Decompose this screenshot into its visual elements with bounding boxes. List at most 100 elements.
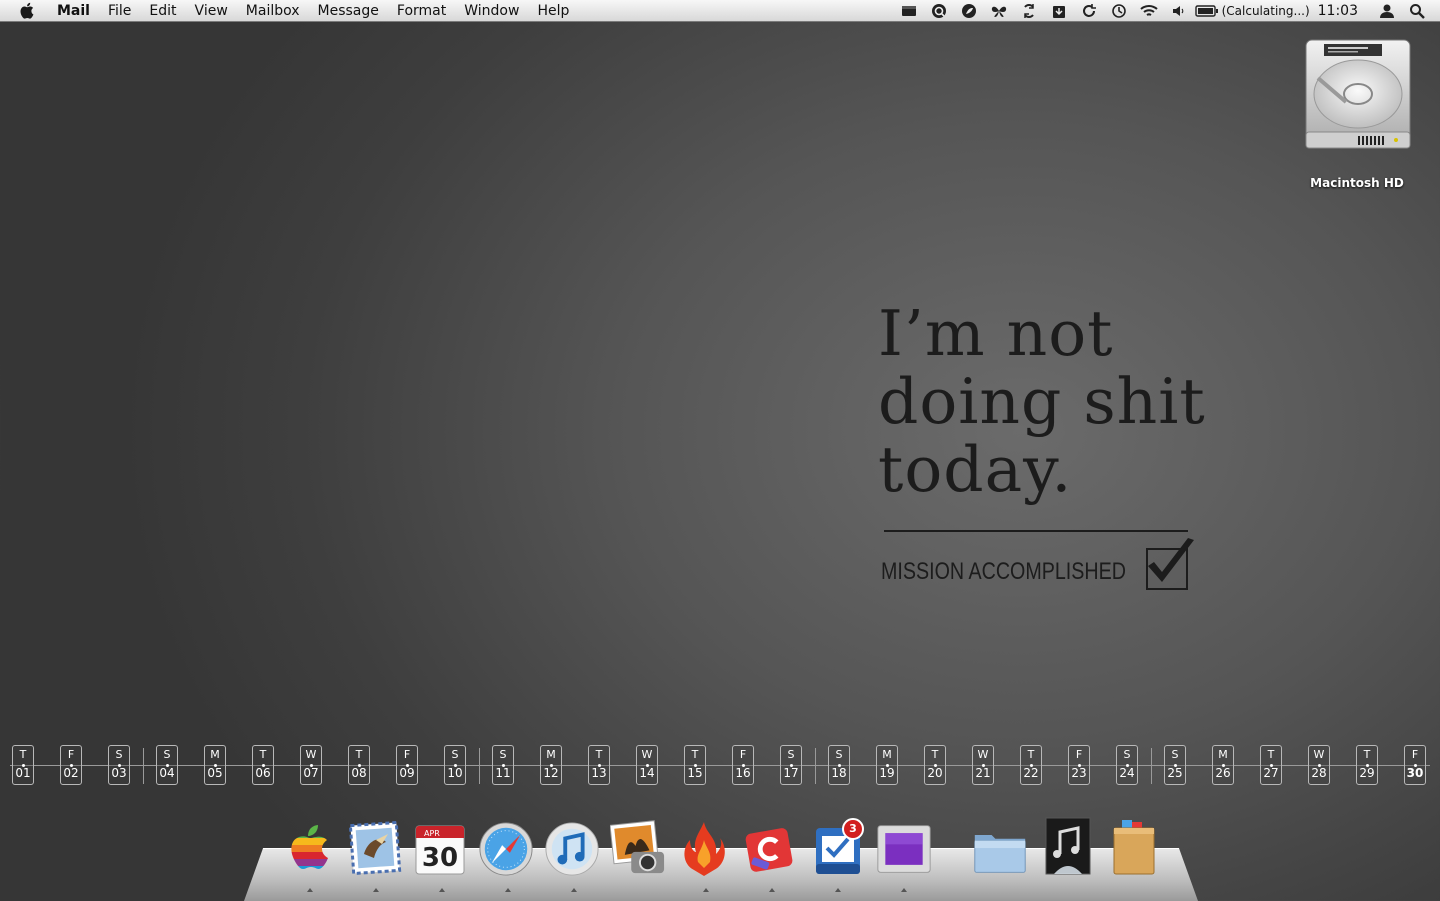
dock-item-mail[interactable]	[346, 816, 402, 878]
calendar-dot	[1414, 764, 1417, 767]
menu-mailbox[interactable]: Mailbox	[237, 0, 309, 22]
fire-app-icon	[684, 822, 725, 876]
dock-item-c-app[interactable]	[742, 816, 798, 878]
menubar-battery-icon[interactable]	[1194, 0, 1220, 22]
calendar-day: W 28	[1308, 745, 1330, 785]
music-folder-icon	[1045, 817, 1091, 875]
menu-app-name[interactable]: Mail	[48, 0, 99, 22]
menu-edit[interactable]: Edit	[140, 0, 185, 22]
dock-item-itunes[interactable]	[544, 816, 600, 878]
menubar-box-icon[interactable]	[894, 0, 924, 22]
calendar-day: S 18	[828, 745, 850, 785]
mail-icon	[348, 820, 402, 876]
spotlight-search-icon[interactable]	[1402, 0, 1432, 22]
calendar-day: F 09	[396, 745, 418, 785]
dock-item-applications-folder[interactable]	[972, 816, 1028, 878]
applications-folder-icon	[974, 835, 1026, 873]
calendar-weekday: T	[595, 748, 603, 761]
calendar-dot	[502, 764, 505, 767]
safari-icon	[479, 822, 533, 876]
dock-item-fire-app[interactable]	[676, 816, 732, 878]
dock-item-music-folder[interactable]	[1040, 816, 1096, 878]
menubar-volume-icon[interactable]	[1164, 0, 1194, 22]
week-separator	[815, 748, 816, 784]
calendar-dot	[550, 764, 553, 767]
calendar-dot	[646, 764, 649, 767]
calendar-weekday: F	[67, 748, 75, 761]
calendar-dot	[1270, 764, 1273, 767]
calendar-day: S 04	[156, 745, 178, 785]
ical-icon: APR 30	[415, 825, 465, 875]
calendar-day: M 12	[540, 745, 562, 785]
menubar-download-icon[interactable]	[1044, 0, 1074, 22]
dock-item-iphoto[interactable]	[610, 816, 666, 878]
calendar-day: T 13	[588, 745, 610, 785]
iphoto-icon	[610, 820, 665, 874]
ical-month: APR	[424, 829, 440, 838]
calendar-day: F 16	[732, 745, 754, 785]
dock-item-purple-app[interactable]	[876, 816, 932, 878]
calendar-day: F 02	[60, 745, 82, 785]
calendar-dot	[790, 764, 793, 767]
battery-status-text[interactable]: (Calculating...)	[1222, 4, 1310, 18]
calendar-weekday: M	[1218, 748, 1228, 761]
menubar-user-icon[interactable]	[1372, 0, 1402, 22]
calendar-weekday: S	[451, 748, 459, 761]
documents-stack-icon	[1113, 820, 1155, 875]
calendar-weekday: F	[403, 748, 411, 761]
dock-item-things[interactable]: 3	[810, 816, 866, 878]
calendar-day: M 19	[876, 745, 898, 785]
menubar-sync-arrows-icon[interactable]	[1014, 0, 1044, 22]
calendar-day: T 20	[924, 745, 946, 785]
menu-help[interactable]: Help	[528, 0, 578, 22]
calendar-weekday: T	[1027, 748, 1035, 761]
calendar-day: M 05	[204, 745, 226, 785]
dock-item-safari[interactable]	[478, 816, 534, 878]
calendar-weekday: W	[305, 748, 317, 761]
calendar-day: W 07	[300, 745, 322, 785]
calendar-day: S 10	[444, 745, 466, 785]
calendar-weekday: M	[546, 748, 556, 761]
calendar-dot	[166, 764, 169, 767]
apple-menu-icon[interactable]	[16, 1, 36, 21]
menubar-wifi-icon[interactable]	[1134, 0, 1164, 22]
menu-bar: Mail File Edit View Mailbox Message Form…	[0, 0, 1440, 22]
calendar-day: S 25	[1164, 745, 1186, 785]
calendar-dot	[1366, 764, 1369, 767]
calendar-day: T 06	[252, 745, 274, 785]
menu-file[interactable]: File	[99, 0, 140, 22]
calendar-day: W 21	[972, 745, 994, 785]
menubar-refresh-icon[interactable]	[1074, 0, 1104, 22]
dock-item-ical[interactable]: APR 30	[412, 816, 468, 878]
calendar-day: T 29	[1356, 745, 1378, 785]
dock-item-documents-stack[interactable]	[1106, 816, 1162, 878]
calendar-weekday: S	[787, 748, 795, 761]
desktop-drive[interactable]: Macintosh HD	[1296, 36, 1418, 190]
hard-drive-icon[interactable]	[1298, 36, 1416, 154]
calendar-dot	[838, 764, 841, 767]
calendar-dot	[118, 764, 121, 767]
menu-view[interactable]: View	[186, 0, 237, 22]
calendar-weekday: W	[1313, 748, 1325, 761]
menu-window[interactable]: Window	[455, 0, 528, 22]
apple-icon	[291, 825, 329, 869]
menubar-evernote-icon[interactable]	[954, 0, 984, 22]
calendar-day: T 27	[1260, 745, 1282, 785]
calendar-weekday: T	[259, 748, 267, 761]
calendar-day: S 03	[108, 745, 130, 785]
menubar-butterfly-icon[interactable]	[984, 0, 1014, 22]
calendar-dot	[262, 764, 265, 767]
menu-message[interactable]: Message	[309, 0, 388, 22]
dock-item-apple[interactable]	[282, 816, 338, 878]
week-separator	[143, 748, 144, 784]
menu-format[interactable]: Format	[388, 0, 455, 22]
itunes-icon	[545, 822, 599, 876]
menubar-q-icon[interactable]	[924, 0, 954, 22]
wallpaper-quote: I’m not doing shit today.	[878, 297, 1206, 506]
menubar-time-machine-icon[interactable]	[1104, 0, 1134, 22]
calendar-dot	[1222, 764, 1225, 767]
calendar-day: W 14	[636, 745, 658, 785]
menubar-clock[interactable]: 11:03	[1318, 3, 1358, 19]
drive-label[interactable]: Macintosh HD	[1296, 176, 1418, 190]
calendar-dot	[1078, 764, 1081, 767]
